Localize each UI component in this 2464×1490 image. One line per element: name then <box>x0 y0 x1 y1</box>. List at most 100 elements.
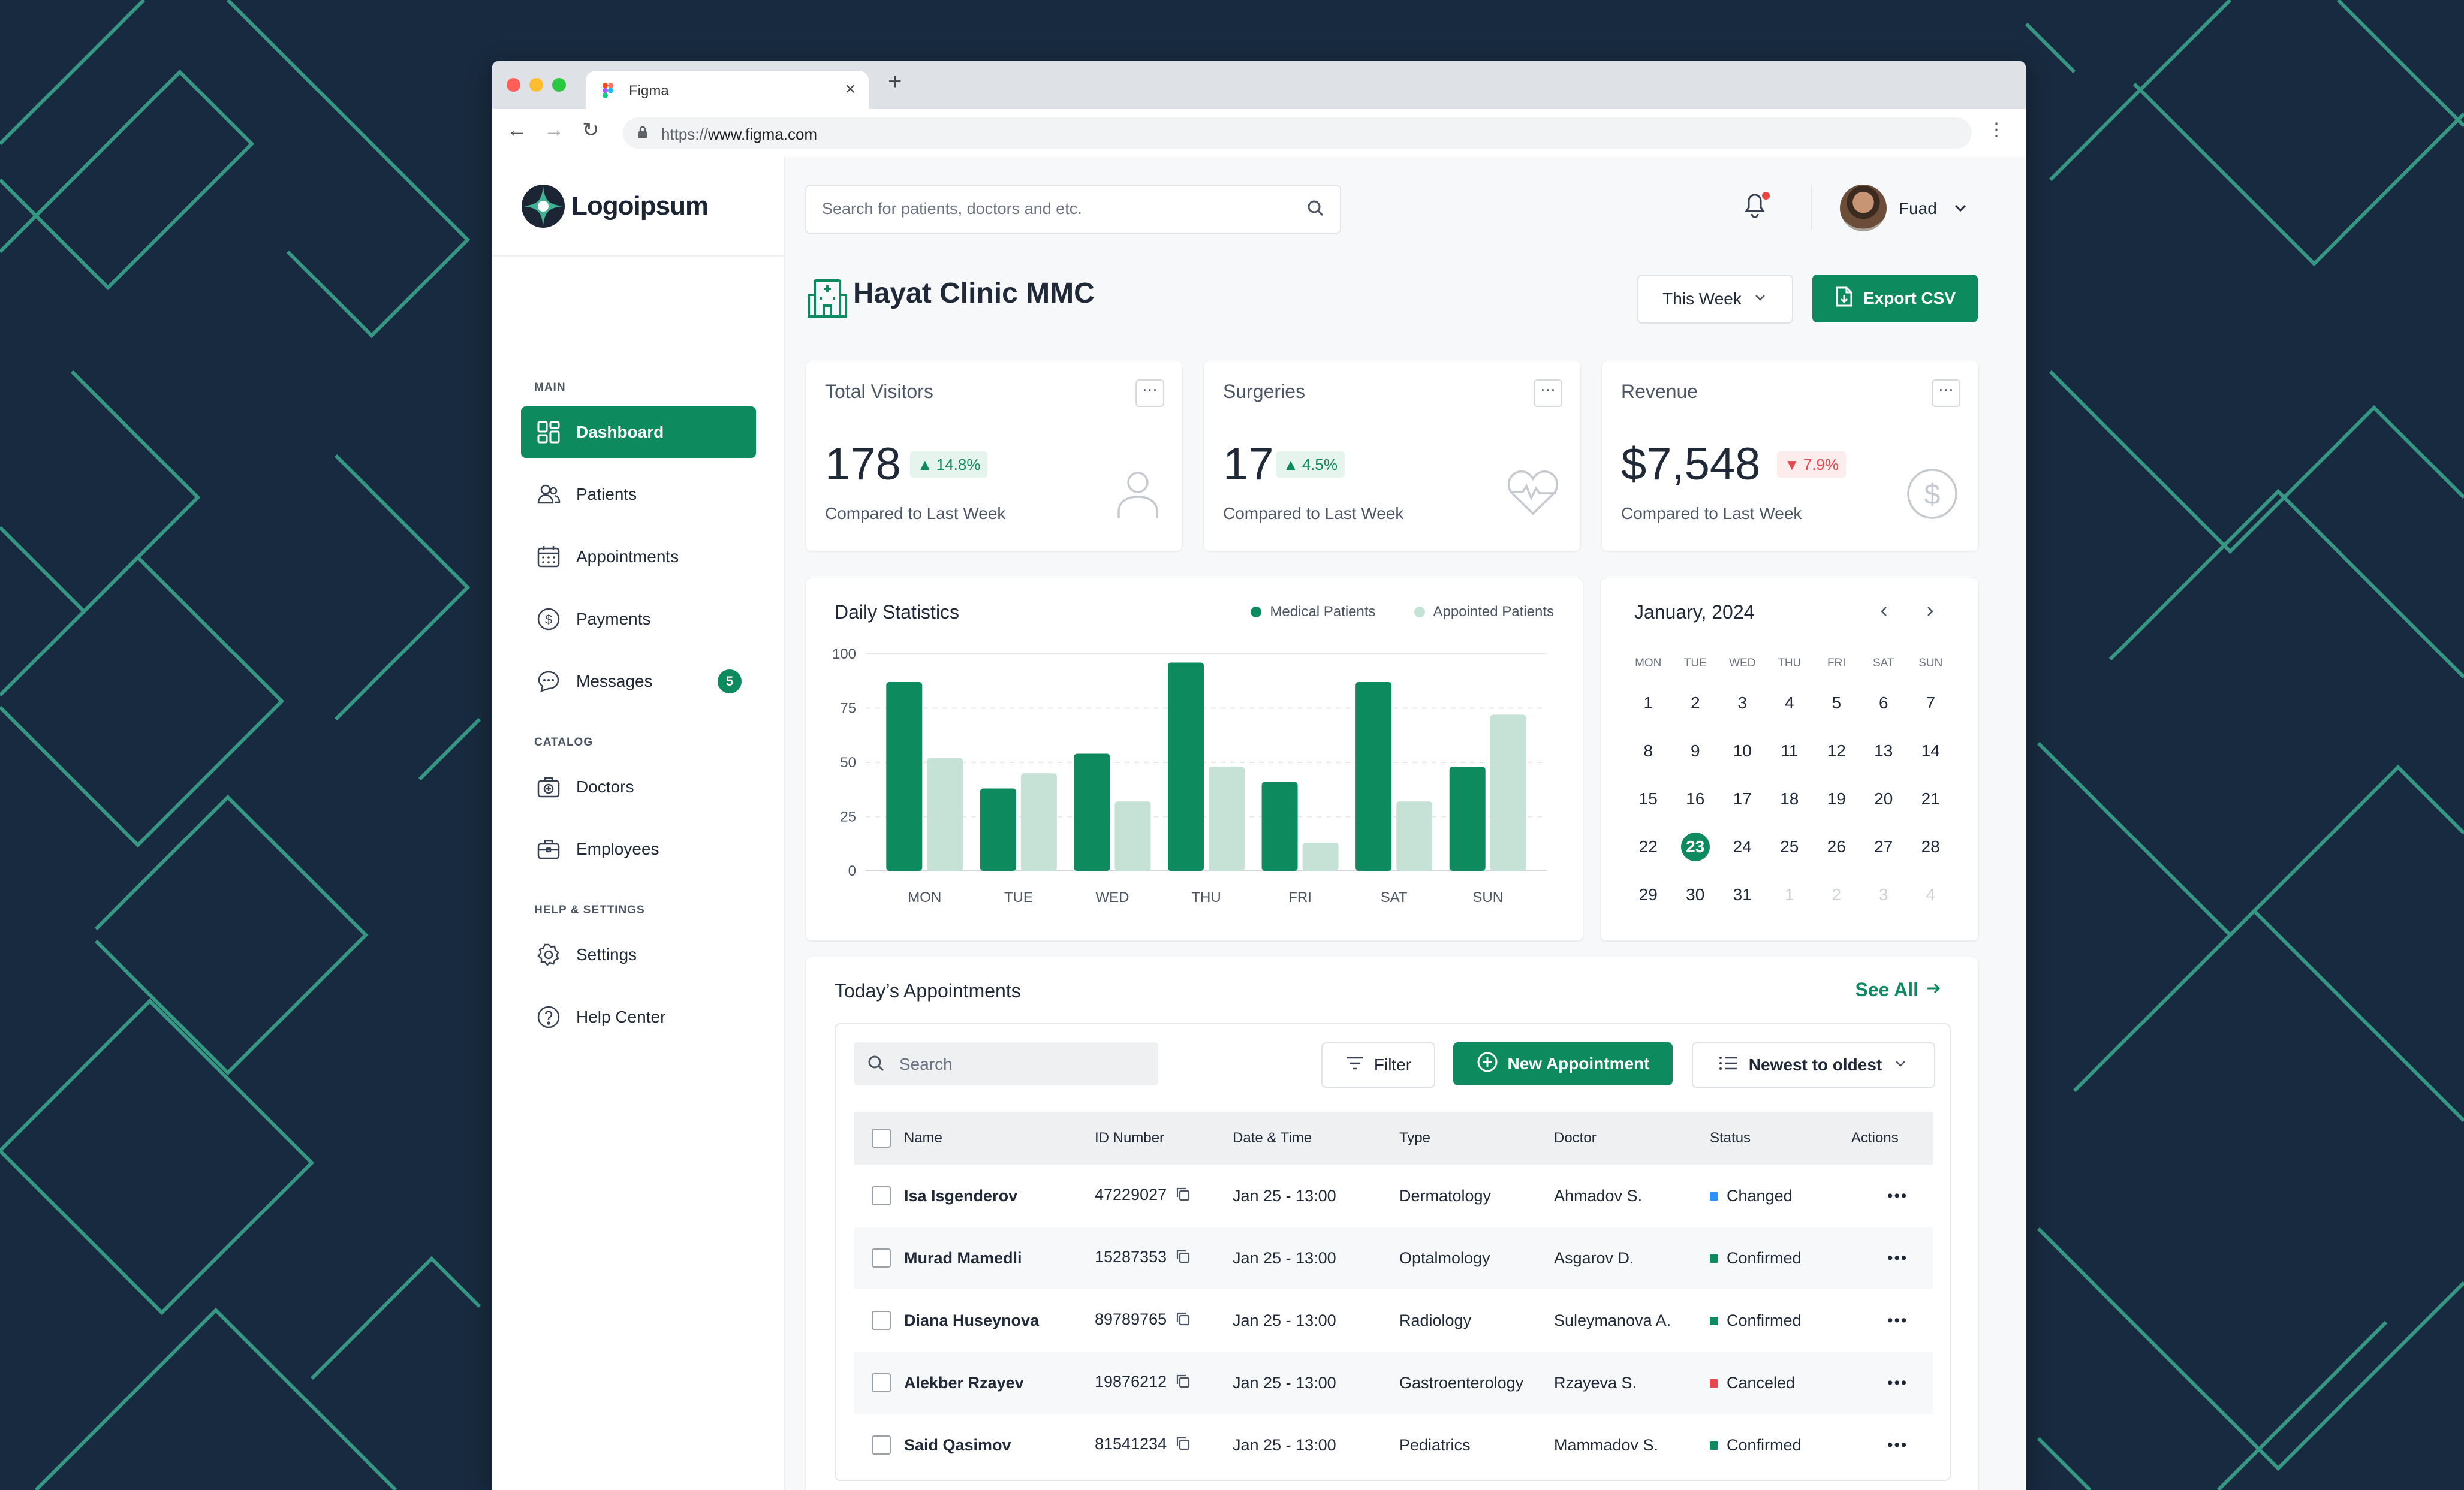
table-row[interactable]: Isa Isgenderov 47229027 Jan 25 - 13:00 Derm… <box>854 1165 1933 1227</box>
search-icon[interactable] <box>1306 199 1324 220</box>
window-close-dot[interactable] <box>507 78 520 92</box>
calendar-day[interactable]: 4 <box>1907 871 1954 919</box>
more-icon[interactable]: ⋯ <box>1135 379 1164 407</box>
calendar-day[interactable]: 10 <box>1719 727 1766 775</box>
column-header-status[interactable]: Status <box>1710 1112 1851 1165</box>
period-dropdown[interactable]: This Week <box>1637 275 1793 324</box>
table-search-input[interactable] <box>898 1042 1152 1087</box>
calendar-day[interactable]: 4 <box>1766 679 1814 727</box>
window-minimize-dot[interactable] <box>529 78 543 92</box>
calendar-day[interactable]: 30 <box>1672 871 1719 919</box>
calendar-day[interactable]: 15 <box>1625 775 1672 823</box>
calendar-day[interactable]: 3 <box>1860 871 1908 919</box>
row-checkbox[interactable] <box>872 1248 891 1268</box>
forward-arrow-icon[interactable]: → <box>544 120 564 140</box>
calendar-day[interactable]: 20 <box>1860 775 1908 823</box>
column-header-id[interactable]: ID Number <box>1095 1112 1233 1165</box>
new-appointment-button[interactable]: New Appointment <box>1453 1042 1673 1085</box>
see-all-link[interactable]: See All <box>1855 979 1941 1001</box>
calendar-day[interactable]: 8 <box>1625 727 1672 775</box>
column-header-doctor[interactable]: Doctor <box>1554 1112 1710 1165</box>
sidebar-item-payments[interactable]: $ Payments <box>521 593 756 645</box>
logo[interactable]: Logoipsum <box>521 183 709 229</box>
row-actions-icon[interactable]: ••• <box>1851 1352 1933 1414</box>
sidebar-item-appointments[interactable]: Appointments <box>521 531 756 583</box>
table-row[interactable]: Said Qasimov 81541234 Jan 25 - 13:00 Pediat… <box>854 1414 1933 1476</box>
table-row[interactable]: Murad Mamedli 15287353 Jan 25 - 13:00 Optal… <box>854 1227 1933 1289</box>
calendar-day[interactable]: 24 <box>1719 823 1766 871</box>
calendar-day[interactable]: 27 <box>1860 823 1908 871</box>
column-header-name[interactable]: Name <box>904 1112 1095 1165</box>
reload-icon[interactable]: ↻ <box>582 120 600 140</box>
row-checkbox[interactable] <box>872 1373 891 1393</box>
row-actions-icon[interactable]: ••• <box>1851 1227 1933 1289</box>
calendar-day[interactable]: 7 <box>1907 679 1954 727</box>
calendar-day[interactable]: 11 <box>1766 727 1814 775</box>
export-csv-button[interactable]: Export CSV <box>1812 275 1978 322</box>
sidebar-item-help-center[interactable]: Help Center <box>521 991 756 1043</box>
sidebar-item-settings[interactable]: Settings <box>521 929 756 981</box>
more-icon[interactable]: ⋯ <box>1534 379 1562 407</box>
calendar-day[interactable]: 23 <box>1672 823 1719 871</box>
calendar-day[interactable]: 1 <box>1766 871 1814 919</box>
calendar-day[interactable]: 5 <box>1813 679 1860 727</box>
calendar-day[interactable]: 19 <box>1813 775 1860 823</box>
global-search-input[interactable] <box>821 186 1291 231</box>
calendar-day[interactable]: 12 <box>1813 727 1860 775</box>
copy-icon[interactable] <box>1175 1248 1191 1268</box>
sidebar-item-employees[interactable]: Employees <box>521 824 756 875</box>
row-checkbox[interactable] <box>872 1311 891 1331</box>
chevron-left-icon[interactable] <box>1875 602 1893 623</box>
calendar-day[interactable]: 9 <box>1672 727 1719 775</box>
calendar-day[interactable]: 17 <box>1719 775 1766 823</box>
calendar-day[interactable]: 18 <box>1766 775 1814 823</box>
calendar-day[interactable]: 22 <box>1625 823 1672 871</box>
url-field[interactable]: https://www.figma.com <box>623 117 1972 149</box>
filter-button[interactable]: Filter <box>1321 1042 1435 1088</box>
row-actions-icon[interactable]: ••• <box>1851 1414 1933 1476</box>
user-name[interactable]: Fuad <box>1899 199 1937 218</box>
sidebar-item-doctors[interactable]: Doctors <box>521 761 756 813</box>
chevron-down-icon[interactable] <box>1951 199 1969 220</box>
avatar[interactable] <box>1840 185 1887 231</box>
row-actions-icon[interactable]: ••• <box>1851 1289 1933 1352</box>
tab-close-icon[interactable]: × <box>845 79 856 99</box>
column-header-datetime[interactable]: Date & Time <box>1233 1112 1399 1165</box>
sidebar-item-patients[interactable]: Patients <box>521 469 756 520</box>
chevron-right-icon[interactable] <box>1921 602 1939 623</box>
row-checkbox[interactable] <box>872 1186 891 1206</box>
column-header-type[interactable]: Type <box>1399 1112 1554 1165</box>
calendar-day[interactable]: 1 <box>1625 679 1672 727</box>
window-maximize-dot[interactable] <box>552 78 566 92</box>
more-icon[interactable]: ⋯ <box>1932 379 1960 407</box>
calendar-day[interactable]: 3 <box>1719 679 1766 727</box>
new-tab-icon[interactable]: + <box>888 70 902 93</box>
copy-icon[interactable] <box>1175 1373 1191 1393</box>
sort-dropdown[interactable]: Newest to oldest <box>1692 1042 1935 1088</box>
copy-icon[interactable] <box>1175 1311 1191 1331</box>
copy-icon[interactable] <box>1175 1435 1191 1455</box>
row-checkbox[interactable] <box>872 1435 891 1455</box>
browser-tab[interactable]: Figma × <box>586 71 869 109</box>
select-all-checkbox[interactable] <box>872 1129 891 1148</box>
calendar-day[interactable]: 16 <box>1672 775 1719 823</box>
calendar-day[interactable]: 21 <box>1907 775 1954 823</box>
calendar-day[interactable]: 29 <box>1625 871 1672 919</box>
copy-icon[interactable] <box>1175 1186 1191 1206</box>
browser-menu-icon[interactable]: ⋮ <box>1987 121 2005 139</box>
table-row[interactable]: Diana Huseynova 89789765 Jan 25 - 13:00 Rad… <box>854 1289 1933 1352</box>
calendar-day[interactable]: 26 <box>1813 823 1860 871</box>
calendar-day[interactable]: 25 <box>1766 823 1814 871</box>
row-actions-icon[interactable]: ••• <box>1851 1165 1933 1227</box>
calendar-day[interactable]: 2 <box>1813 871 1860 919</box>
calendar-day[interactable]: 13 <box>1860 727 1908 775</box>
calendar-day[interactable]: 31 <box>1719 871 1766 919</box>
sidebar-item-dashboard[interactable]: Dashboard <box>521 406 756 458</box>
calendar-day[interactable]: 2 <box>1672 679 1719 727</box>
sidebar-item-messages[interactable]: Messages 5 <box>521 656 756 707</box>
back-arrow-icon[interactable]: ← <box>507 120 527 140</box>
calendar-day[interactable]: 28 <box>1907 823 1954 871</box>
calendar-day[interactable]: 14 <box>1907 727 1954 775</box>
calendar-day[interactable]: 6 <box>1860 679 1908 727</box>
table-row[interactable]: Alekber Rzayev 19876212 Jan 25 - 13:00 Gast… <box>854 1352 1933 1414</box>
